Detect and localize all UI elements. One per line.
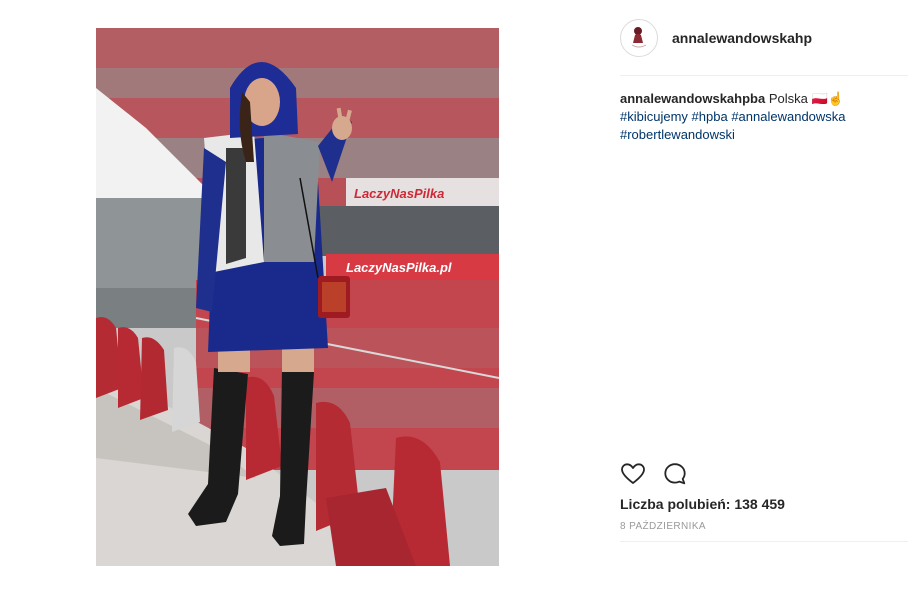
hashtag-link[interactable]: #robertlewandowski [620,127,735,142]
post-date[interactable]: 8 PAŹDZIERNIKA [620,521,706,532]
comment-button[interactable] [662,461,688,487]
facade-lower [96,288,206,328]
avatar[interactable] [620,19,658,57]
header-username[interactable]: annalewandowskahp [672,30,812,46]
heart-icon [621,463,645,484]
caption-emoji: 🇵🇱☝ [811,91,844,106]
header-divider [620,75,908,76]
stadium-photo-illustration: LaczyNasPilka LaczyNasPilka.pl [96,28,499,566]
caption-text: Polska [765,91,812,106]
post-caption: annalewandowskahpba Polska 🇵🇱☝ #kibicuje… [620,90,906,144]
likes-count[interactable]: Liczba polubień: 138 459 [620,496,785,512]
upper-banner-text: LaczyNasPilka [354,186,444,201]
post-photo[interactable]: LaczyNasPilka LaczyNasPilka.pl [96,28,499,566]
lower-banner-text: LaczyNasPilka.pl [346,260,452,275]
avatar-logo-icon [623,22,655,54]
hashtag-link[interactable]: #kibicujemy [620,109,688,124]
like-button[interactable] [620,461,646,487]
post-header: annalewandowskahp [620,18,908,58]
caption-username[interactable]: annalewandowskahpba [620,91,765,106]
footer-divider [620,541,908,542]
hashtag-link[interactable]: #hpba [692,109,728,124]
comment-icon [664,463,686,485]
jacket-panel [226,148,246,264]
post-actions [620,461,704,487]
right-knee [282,346,314,372]
glass-facade [96,198,206,288]
hashtag-link[interactable]: #annalewandowska [731,109,845,124]
handbag-pattern [322,282,346,312]
